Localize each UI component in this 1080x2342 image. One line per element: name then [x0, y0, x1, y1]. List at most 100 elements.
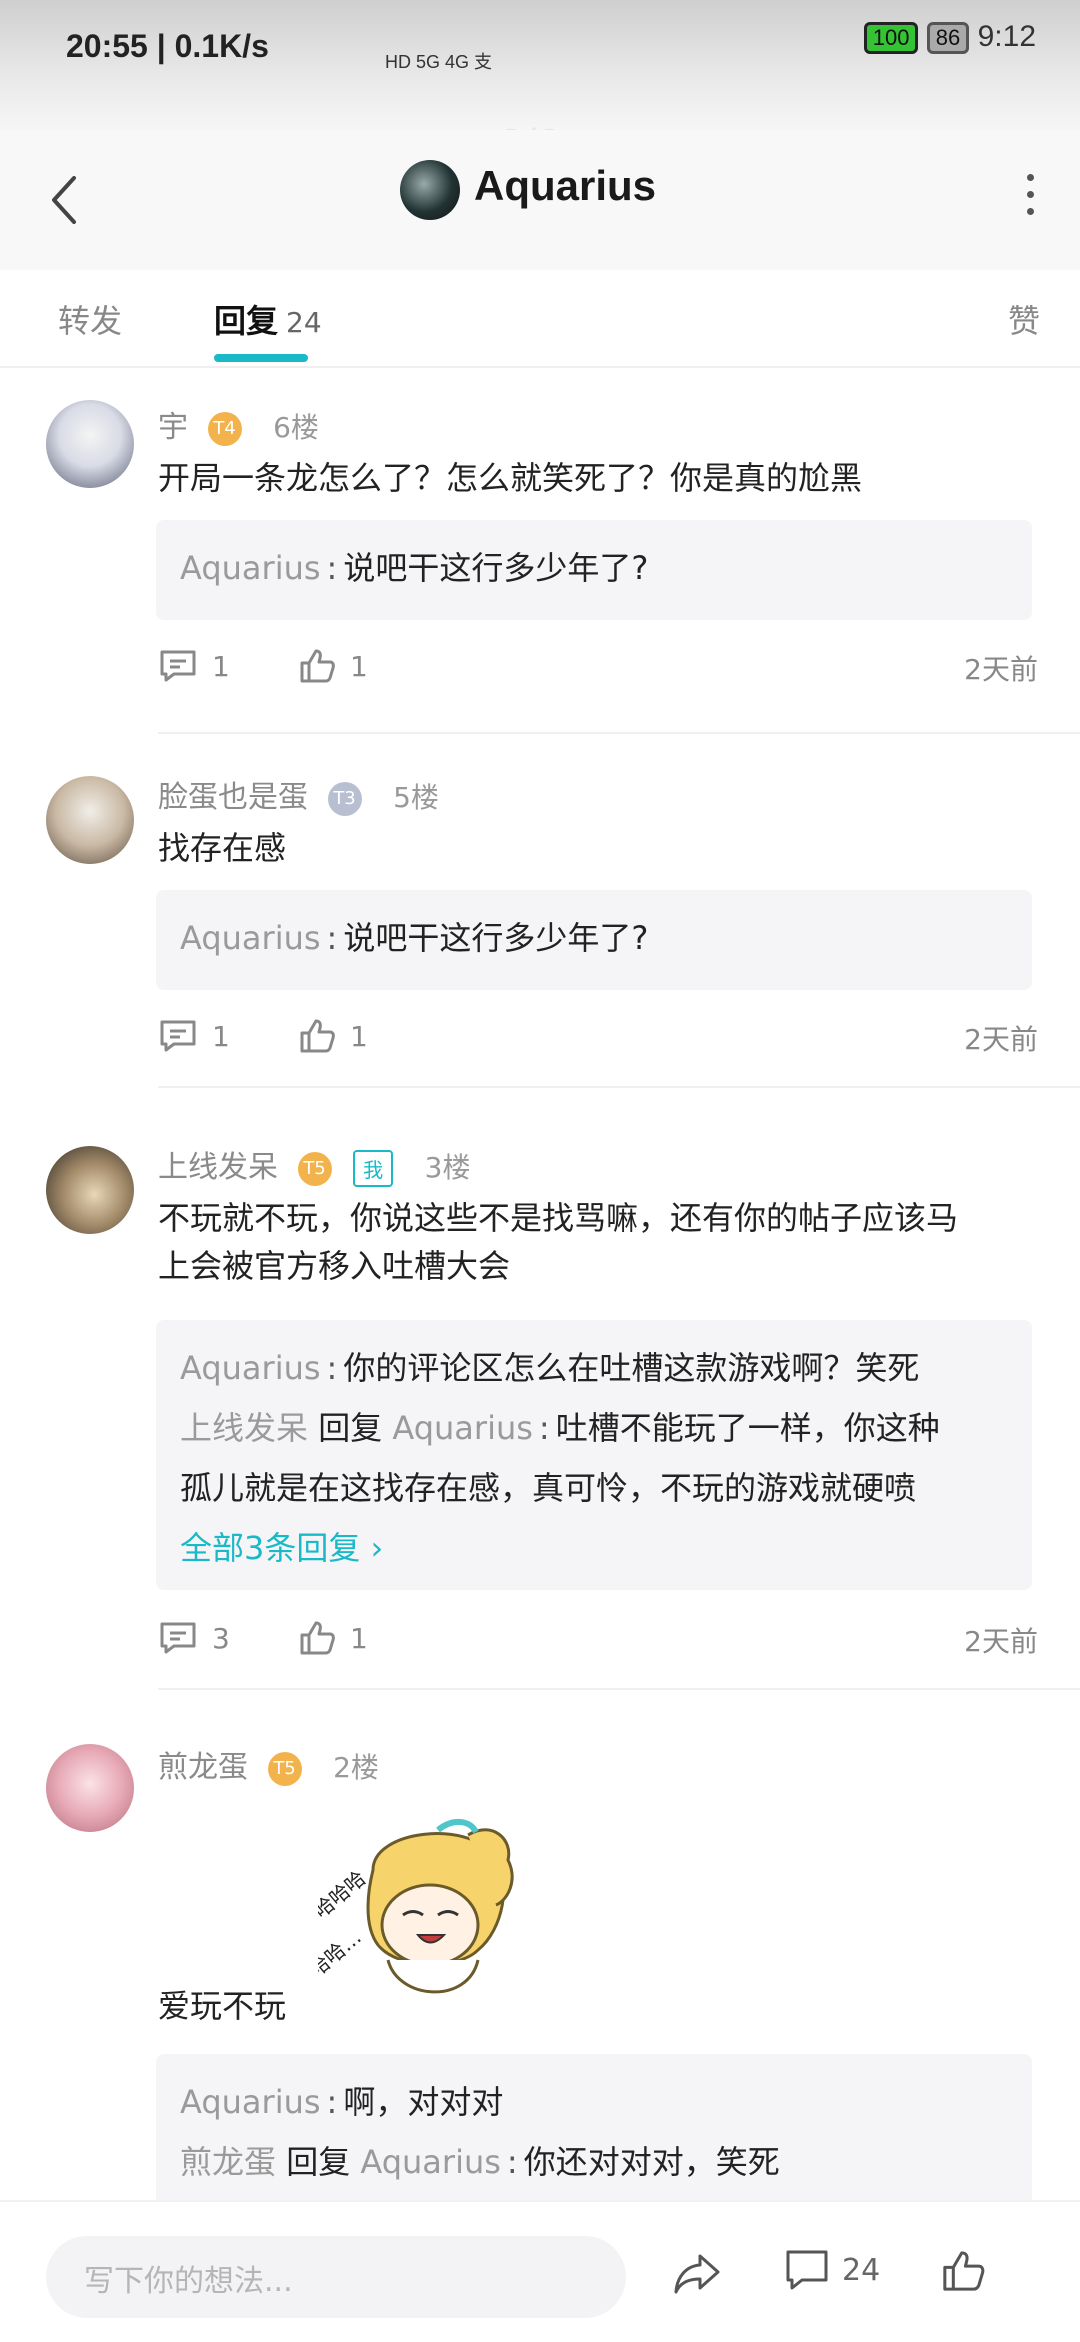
tab-forward[interactable]: 转发 — [58, 296, 122, 342]
reply-username: Aquarius — [180, 549, 321, 587]
divider — [158, 1688, 1080, 1690]
reply-username: Aquarius — [180, 919, 321, 957]
reply-line: Aquarius: 说吧干这行多少年了? — [180, 919, 649, 957]
reply-text: 说吧干这行多少年了? — [343, 549, 649, 587]
back-arrow-icon[interactable] — [44, 170, 84, 230]
like-count: 1 — [350, 1019, 368, 1053]
avatar[interactable] — [46, 1744, 134, 1832]
like-button[interactable]: 1 — [298, 1620, 368, 1656]
comment-actions: 3 1 2天前 — [158, 1620, 1038, 1660]
tab-reply[interactable]: 回复 24 — [214, 296, 322, 342]
reply-username: Aquarius — [180, 1349, 321, 1387]
username[interactable]: 脸蛋也是蛋 — [158, 780, 308, 815]
comment-header: 宇 T4 6楼 — [158, 402, 319, 446]
comment-count: 24 — [842, 2252, 881, 2288]
reply-username: 上线发呆 — [180, 1409, 309, 1447]
more-options-icon[interactable] — [1020, 174, 1040, 234]
timestamp: 2天前 — [964, 653, 1038, 686]
like-count: 1 — [350, 1621, 368, 1655]
like-button[interactable]: 1 — [298, 648, 368, 684]
comment-header: 上线发呆 T5 我 3楼 — [158, 1142, 470, 1187]
reply-username: Aquarius — [180, 2083, 321, 2121]
comment-text-line: 不玩就不玩，你说这些不是找骂嘛，还有你的帖子应该马 — [158, 1199, 959, 1237]
username[interactable]: 上线发呆 — [158, 1150, 278, 1185]
header: Aquarius — [0, 130, 1080, 270]
avatar[interactable] — [46, 1146, 134, 1234]
reply-username: 煎龙蛋 — [180, 2143, 277, 2181]
tab-active-indicator — [214, 354, 308, 362]
status-network: HD 5G 4G 支 — [385, 52, 493, 72]
level-badge: T5 — [267, 1751, 302, 1786]
comment-text: 开局一条龙怎么了？怎么就笑死了？你是真的尬黑 — [158, 459, 863, 497]
status-right: 100 86 9:12 — [863, 20, 1036, 55]
comment-text: 不玩就不玩，你说这些不是找骂嘛，还有你的帖子应该马 上会被官方移入吐槽大会 — [158, 1194, 1038, 1290]
reply-preview[interactable]: Aquarius: 啊，对对对 煎龙蛋 回复 Aquarius: 你还对对对，笑死 — [156, 2054, 1032, 2214]
reply-target: Aquarius — [392, 1409, 533, 1447]
avatar[interactable] — [46, 776, 134, 864]
comment-actions: 1 1 2天前 — [158, 1018, 1038, 1058]
reply-line: 煎龙蛋 回复 Aquarius: 你还对对对，笑死 — [180, 2143, 780, 2181]
username[interactable]: 煎龙蛋 — [158, 1750, 248, 1785]
timestamp: 2天前 — [964, 1625, 1038, 1658]
battery-secondary: 86 — [926, 22, 970, 55]
floor-number: 3楼 — [424, 1151, 471, 1184]
comment-icon — [160, 650, 196, 682]
reply-count: 3 — [212, 1621, 230, 1655]
like-count: 1 — [350, 649, 368, 683]
status-time-speed: 20:55 | 0.1K/s — [66, 28, 269, 64]
reply-text: 说吧干这行多少年了? — [343, 919, 649, 957]
share-icon[interactable] — [672, 2250, 722, 2296]
page-title: Aquarius — [474, 162, 657, 209]
thumbs-up-icon — [300, 649, 335, 683]
avatar[interactable] — [46, 400, 134, 488]
reply-line: Aquarius: 说吧干这行多少年了? — [180, 549, 649, 587]
comment-text: 找存在感 — [158, 829, 287, 867]
battery-icon: 100 — [863, 22, 919, 55]
reply-button[interactable]: 3 — [158, 1620, 230, 1656]
thumbs-up-icon — [300, 1621, 335, 1655]
comment-actions: 1 1 2天前 — [158, 648, 1038, 688]
reply-target: Aquarius — [360, 2143, 501, 2181]
timestamp: 2天前 — [964, 1023, 1038, 1056]
all-replies-link[interactable]: 全部3条回复 › — [180, 1518, 1008, 1578]
reply-preview[interactable]: Aquarius: 你的评论区怎么在吐槽这款游戏啊？笑死 上线发呆 回复 Aqua… — [156, 1320, 1032, 1590]
level-badge: T3 — [327, 781, 362, 816]
reply-button[interactable]: 1 — [158, 1018, 230, 1054]
tab-reply-count: 24 — [286, 306, 322, 339]
reply-preview[interactable]: Aquarius: 说吧干这行多少年了? — [156, 890, 1032, 990]
comment-input[interactable]: 写下你的想法... — [46, 2236, 626, 2318]
author-avatar[interactable] — [400, 160, 460, 220]
tab-like[interactable]: 赞 — [1008, 296, 1040, 342]
thumbs-up-icon[interactable] — [940, 2248, 986, 2294]
reply-line: Aquarius: 你的评论区怎么在吐槽这款游戏啊？笑死 — [180, 1349, 920, 1387]
username[interactable]: 宇 — [158, 410, 188, 445]
reply-count: 1 — [212, 1019, 230, 1053]
level-badge: T5 — [297, 1151, 332, 1186]
reply-preview[interactable]: Aquarius: 说吧干这行多少年了? — [156, 520, 1032, 620]
like-button[interactable]: 1 — [298, 1018, 368, 1054]
reply-text: 你的评论区怎么在吐槽这款游戏啊？笑死 — [343, 1349, 920, 1387]
tab-reply-label: 回复 — [214, 302, 279, 340]
reply-word: 回复 — [318, 1409, 383, 1447]
reply-line: 上线发呆 回复 Aquarius: 吐槽不能玩了一样，你这种 — [180, 1409, 940, 1447]
status-clock: 9:12 — [977, 20, 1036, 53]
bottom-bar: 写下你的想法... 24 — [0, 2200, 1080, 2342]
level-badge: T4 — [207, 411, 242, 446]
comment-text: 爱玩不玩 — [158, 1987, 287, 2025]
reply-line: 孤儿就是在这找存在感，真可怜，不玩的游戏就硬喷 — [180, 1469, 917, 1507]
svg-text:哈哈…: 哈哈… — [318, 1925, 366, 1982]
comment-count-button[interactable]: 24 — [784, 2248, 880, 2292]
comment-header: 脸蛋也是蛋 T3 5楼 — [158, 772, 439, 816]
comment-icon — [160, 1622, 196, 1654]
comment-input-placeholder: 写下你的想法... — [84, 2264, 293, 2299]
reply-button[interactable]: 1 — [158, 648, 230, 684]
reply-text: 啊，对对对 — [343, 2083, 504, 2121]
comment-text-line: 上会被官方移入吐槽大会 — [158, 1247, 511, 1285]
comment-header: 煎龙蛋 T5 2楼 — [158, 1742, 379, 1786]
divider — [158, 1086, 1080, 1088]
tab-bar: 转发 回复 24 赞 — [0, 270, 1080, 368]
reply-word: 回复 — [286, 2143, 351, 2181]
status-bar: 20:55 | 0.1K/s HD 5G 4G 支 100 86 9:12 3/… — [0, 0, 1080, 171]
me-badge: 我 — [353, 1150, 394, 1187]
reply-text: 你还对对对，笑死 — [523, 2143, 780, 2181]
